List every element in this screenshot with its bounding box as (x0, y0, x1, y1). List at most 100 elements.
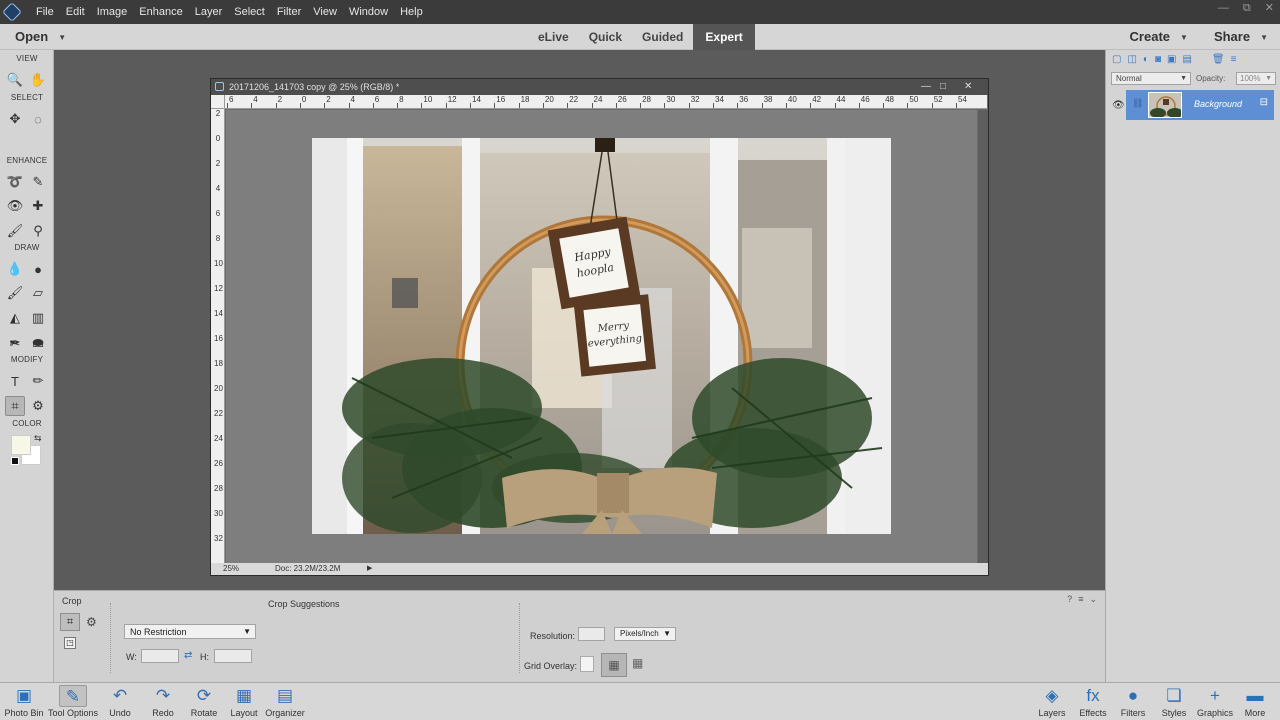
zoom-readout[interactable]: 25% (223, 563, 239, 575)
tool-options-panel: Crop ⌗ ⚙ ◳ Crop Suggestions No Restricti… (54, 590, 1105, 682)
foreground-color-swatch[interactable] (11, 435, 31, 455)
perspective-crop-icon[interactable]: ◳ (64, 637, 76, 649)
straighten-icon[interactable]: ▭ (28, 334, 48, 354)
sponge-icon[interactable]: ● (28, 259, 48, 279)
ruler-tick-label: 4 (215, 184, 221, 193)
document-titlebar[interactable]: 20171206_141703 copy @ 25% (RGB/8) * — □… (211, 79, 988, 95)
menu-filter[interactable]: Filter (271, 0, 307, 24)
new-layer-icon[interactable]: ▢ (1112, 54, 1121, 65)
height-input[interactable] (214, 649, 252, 663)
doc-maximize-button[interactable]: □ (940, 79, 946, 95)
menu-edit[interactable]: Edit (60, 0, 91, 24)
lock-all-icon[interactable]: ▣ (1167, 54, 1176, 65)
ruler-tick (299, 103, 301, 108)
color-swatches[interactable]: ⇆ (11, 433, 43, 467)
menu-enhance[interactable]: Enhance (133, 0, 188, 24)
share-button[interactable]: Share ▼ (1214, 29, 1268, 44)
vertical-scrollbar[interactable] (978, 110, 988, 565)
content-aware-move-icon[interactable]: ✂ (5, 334, 25, 354)
help-icon[interactable]: ? (1067, 594, 1072, 605)
organizer-button[interactable]: ▤ Organizer (255, 685, 315, 719)
mode-tab-expert[interactable]: Expert (693, 24, 755, 50)
ruler-tick-label: 0 (215, 134, 221, 143)
layers-menu-icon[interactable]: ≡ (1231, 54, 1237, 65)
doc-close-button[interactable]: ✕ (964, 79, 972, 95)
status-menu-icon[interactable]: ▶ (367, 563, 372, 575)
app-close-button[interactable]: ✕ (1265, 0, 1274, 16)
menu-view[interactable]: View (307, 0, 343, 24)
swap-dimensions-icon[interactable]: ⇄ (184, 650, 192, 661)
ruler-tick-label: 26 (214, 459, 223, 468)
spot-healing-icon[interactable]: ✚ (28, 196, 48, 216)
panel-menu-icon[interactable]: ≡ (1078, 594, 1083, 605)
ruler-tick-label: 22 (569, 95, 579, 104)
aspect-ratio-select[interactable]: No Restriction ▼ (124, 624, 256, 639)
lasso-icon[interactable]: ➰ (5, 172, 25, 192)
menu-select[interactable]: Select (228, 0, 271, 24)
resolution-input[interactable] (578, 627, 605, 641)
smart-brush-icon[interactable]: 🖌 (5, 221, 25, 241)
default-colors-icon[interactable] (11, 457, 19, 465)
resolution-unit-value: Pixels/Inch (620, 629, 659, 638)
app-restore-button[interactable]: ⧉ (1243, 0, 1251, 16)
separator (519, 603, 520, 673)
red-eye-icon[interactable]: 👁 (5, 196, 25, 216)
mode-tab-elive[interactable]: eLive (528, 24, 579, 50)
elliptical-marquee-icon[interactable]: ◌ (28, 109, 48, 129)
collapse-panel-icon[interactable]: ⌄ (1089, 594, 1097, 605)
blend-mode-select[interactable]: Normal ▼ (1111, 72, 1191, 85)
lock-transparent-icon[interactable]: ▤ (1182, 54, 1191, 65)
open-button[interactable]: Open ▼ (15, 29, 66, 44)
doc-minimize-button[interactable]: — (921, 79, 931, 95)
crop-icon[interactable]: ⌗ (5, 396, 25, 416)
new-group-icon[interactable]: ◫ (1127, 54, 1136, 65)
menu-image[interactable]: Image (91, 0, 134, 24)
menu-help[interactable]: Help (394, 0, 429, 24)
pencil-icon[interactable]: ✏ (28, 371, 48, 391)
canvas-area[interactable]: Happy hoopla Merry everything (226, 110, 977, 565)
width-input[interactable] (141, 649, 179, 663)
recompose-icon[interactable]: ⚙ (28, 396, 48, 416)
grid-overlay-grid-button[interactable]: ▦ (632, 656, 648, 672)
layers-panel-toolbar: ▢ ◫ ◐ ◙ ▣ ▤ 🗑 ≡ (1112, 54, 1236, 65)
photo-image[interactable]: Happy hoopla Merry everything (312, 138, 891, 534)
type-icon[interactable]: T (5, 371, 25, 391)
recompose-tool-icon[interactable]: ⚙ (86, 615, 97, 629)
layer-visibility-icon[interactable]: 👁 (1112, 100, 1125, 111)
mode-tab-quick[interactable]: Quick (579, 24, 632, 50)
clone-stamp-icon[interactable]: ⚲ (28, 221, 48, 241)
swap-colors-icon[interactable]: ⇆ (34, 433, 42, 444)
menu-window[interactable]: Window (343, 0, 394, 24)
ruler-tick (858, 103, 860, 108)
ruler-tick (785, 103, 787, 108)
adjustment-layer-icon[interactable]: ◐ (1143, 54, 1149, 65)
zoom-icon[interactable]: 🔍 (5, 70, 25, 90)
gradient-icon[interactable]: ▥ (28, 308, 48, 328)
opacity-input[interactable]: 100% ▼ (1236, 72, 1276, 85)
grid-overlay-thirds-button[interactable]: ▦ (601, 653, 627, 677)
layer-mask-icon[interactable]: ◙ (1155, 54, 1161, 65)
app-minimize-button[interactable]: — (1218, 0, 1229, 16)
opacity-value: 100% (1240, 74, 1261, 83)
crop-tool-icon[interactable]: ⌗ (60, 613, 80, 631)
layer-row-background[interactable]: ⛓ Background ⊟ (1126, 90, 1274, 120)
quick-selection-icon[interactable]: ✎ (28, 172, 48, 192)
ruler-tick-label: 40 (787, 95, 797, 104)
move-icon[interactable]: ✥ (5, 109, 25, 129)
hand-icon[interactable]: ✋ (28, 70, 48, 90)
eraser-icon[interactable]: ▱ (28, 283, 48, 303)
delete-layer-icon[interactable]: 🗑 (1212, 54, 1225, 65)
menu-file[interactable]: File (30, 0, 60, 24)
paint-bucket-icon[interactable]: ◭ (5, 308, 25, 328)
create-button[interactable]: Create ▼ (1130, 29, 1188, 44)
resolution-unit-select[interactable]: Pixels/Inch ▼ (614, 627, 676, 641)
ruler-tick (227, 103, 228, 108)
mode-tab-guided[interactable]: Guided (632, 24, 693, 50)
brush-icon[interactable]: 🖌 (5, 283, 25, 303)
bottom-bar: ▣ Photo Bin ✎ Tool Options ↶ Undo ↷ Redo ⟳ Rotate… (0, 682, 1280, 720)
grid-overlay-none-button[interactable] (580, 656, 594, 672)
blur-icon[interactable]: 💧 (5, 259, 25, 279)
menu-layer[interactable]: Layer (189, 0, 229, 24)
share-label: Share (1213, 29, 1251, 44)
more-button[interactable]: ▬ More (1225, 685, 1280, 719)
